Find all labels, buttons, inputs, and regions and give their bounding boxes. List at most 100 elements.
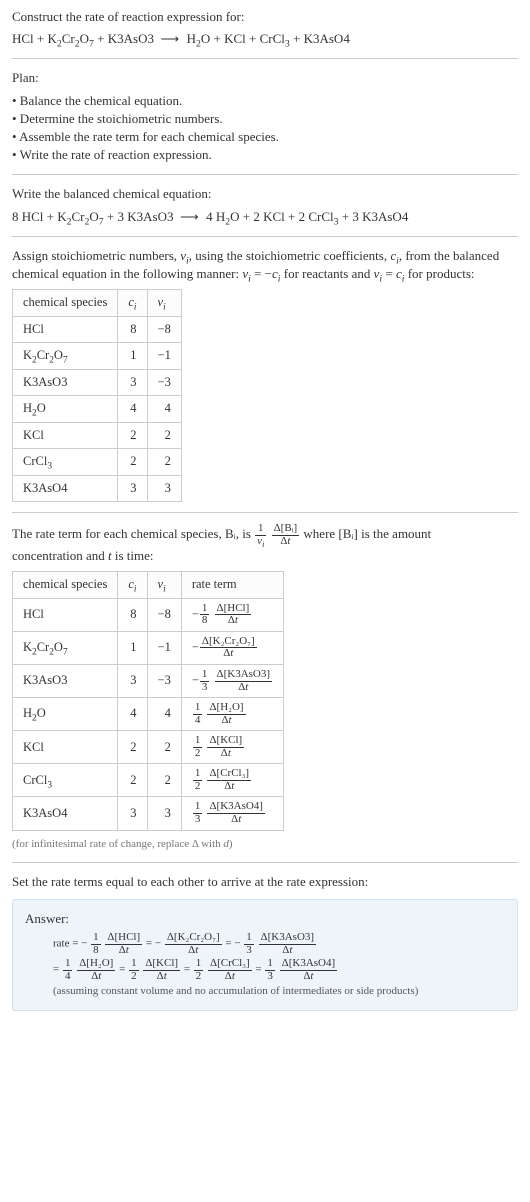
balanced-section: Write the balanced chemical equation: 8 …: [12, 185, 518, 225]
col-ci: ci: [118, 290, 147, 317]
col-rate: rate term: [181, 572, 283, 599]
cell-ci: 8: [118, 316, 147, 343]
cell-species: CrCl3: [13, 764, 118, 797]
col-species: chemical species: [13, 572, 118, 599]
cell-ci: 2: [118, 449, 147, 476]
intro-heading: Construct the rate of reaction expressio…: [12, 8, 518, 26]
col-vi: νi: [147, 290, 181, 317]
cell-ci: 2: [118, 422, 147, 449]
balanced-heading: Write the balanced chemical equation:: [12, 185, 518, 203]
rate-table: chemical species ci νi rate term HCl8−8−…: [12, 571, 284, 830]
table-row: K3AsO433: [13, 475, 182, 502]
fraction: 1νi: [255, 523, 266, 547]
table-row: HCl8−8: [13, 316, 182, 343]
table-row: K2Cr2O71−1: [13, 343, 182, 370]
table-row: H2O4414 Δ[H₂O]Δt: [13, 698, 284, 731]
cell-rate: −18 Δ[HCl]Δt: [181, 598, 283, 631]
divider: [12, 174, 518, 175]
rate-term-text-2: concentration and t is time:: [12, 547, 518, 565]
table-row: CrCl32212 Δ[CrCl₃]Δt: [13, 764, 284, 797]
cell-vi: −8: [147, 598, 181, 631]
answer-box: Answer: rate = − 18 Δ[HCl]Δt = − Δ[K₂Cr₂…: [12, 899, 518, 1011]
cell-ci: 2: [118, 731, 147, 764]
set-equal-text: Set the rate terms equal to each other t…: [12, 873, 518, 891]
assign-section: Assign stoichiometric numbers, νi, using…: [12, 247, 518, 502]
table-row: H2O44: [13, 396, 182, 423]
cell-vi: 2: [147, 764, 181, 797]
cell-rate: −Δ[K₂Cr₂O₇]Δt: [181, 631, 283, 664]
cell-vi: −1: [147, 343, 181, 370]
cell-rate: 12 Δ[KCl]Δt: [181, 731, 283, 764]
cell-species: K3AsO3: [13, 369, 118, 396]
col-species: chemical species: [13, 290, 118, 317]
plan-bullet: • Write the rate of reaction expression.: [12, 146, 518, 164]
rate-term-section: The rate term for each chemical species,…: [12, 523, 518, 852]
cell-vi: 4: [147, 396, 181, 423]
cell-species: H2O: [13, 698, 118, 731]
set-equal-section: Set the rate terms equal to each other t…: [12, 873, 518, 1011]
cell-ci: 3: [118, 475, 147, 502]
table-row: HCl8−8−18 Δ[HCl]Δt: [13, 598, 284, 631]
cell-species: K3AsO4: [13, 797, 118, 830]
assign-text: Assign stoichiometric numbers, νi, using…: [12, 247, 518, 283]
cell-vi: −8: [147, 316, 181, 343]
cell-ci: 3: [118, 665, 147, 698]
cell-species: K2Cr2O7: [13, 631, 118, 664]
plan-section: Plan: • Balance the chemical equation. •…: [12, 69, 518, 164]
cell-vi: 4: [147, 698, 181, 731]
answer-line-2: = 14 Δ[H₂O]Δt = 12 Δ[KCl]Δt = 12 Δ[CrCl₃…: [53, 958, 505, 982]
rate-term-text-1: The rate term for each chemical species,…: [12, 526, 254, 541]
cell-ci: 2: [118, 764, 147, 797]
cell-vi: 3: [147, 475, 181, 502]
table-header-row: chemical species ci νi: [13, 290, 182, 317]
col-vi: νi: [147, 572, 181, 599]
balanced-equation: 8 HCl + K2Cr2O7 + 3 K3AsO3 ⟶ 4 H2O + 2 K…: [12, 208, 518, 226]
answer-line-1: rate = − 18 Δ[HCl]Δt = − Δ[K₂Cr₂O₇]Δt = …: [53, 932, 505, 956]
cell-species: KCl: [13, 422, 118, 449]
table-row: K2Cr2O71−1−Δ[K₂Cr₂O₇]Δt: [13, 631, 284, 664]
cell-rate: 12 Δ[CrCl₃]Δt: [181, 764, 283, 797]
cell-ci: 1: [118, 631, 147, 664]
rate-term-text: The rate term for each chemical species,…: [12, 523, 518, 547]
divider: [12, 58, 518, 59]
plan-heading: Plan:: [12, 69, 518, 87]
cell-species: K2Cr2O7: [13, 343, 118, 370]
cell-species: HCl: [13, 316, 118, 343]
cell-ci: 8: [118, 598, 147, 631]
cell-rate: −13 Δ[K3AsO3]Δt: [181, 665, 283, 698]
rate-term-text-1b: where [Bᵢ] is the amount: [303, 526, 431, 541]
cell-ci: 3: [118, 369, 147, 396]
plan-bullet: • Balance the chemical equation.: [12, 92, 518, 110]
table-row: K3AsO33−3: [13, 369, 182, 396]
stoich-table: chemical species ci νi HCl8−8K2Cr2O71−1K…: [12, 289, 182, 502]
intro-equation: HCl + K2Cr2O7 + K3AsO3 ⟶ H2O + KCl + CrC…: [12, 30, 518, 48]
table-row: K3AsO43313 Δ[K3AsO4]Δt: [13, 797, 284, 830]
table-row: KCl2212 Δ[KCl]Δt: [13, 731, 284, 764]
answer-assumption: (assuming constant volume and no accumul…: [53, 984, 505, 999]
intro-section: Construct the rate of reaction expressio…: [12, 8, 518, 48]
cell-vi: 2: [147, 422, 181, 449]
cell-vi: 3: [147, 797, 181, 830]
table-row: CrCl322: [13, 449, 182, 476]
cell-species: KCl: [13, 731, 118, 764]
cell-vi: −3: [147, 369, 181, 396]
rate-footnote: (for infinitesimal rate of change, repla…: [12, 837, 518, 852]
cell-ci: 4: [118, 396, 147, 423]
table-row: KCl22: [13, 422, 182, 449]
answer-label: Answer:: [25, 910, 505, 928]
divider: [12, 512, 518, 513]
plan-bullet: • Assemble the rate term for each chemic…: [12, 128, 518, 146]
cell-rate: 14 Δ[H₂O]Δt: [181, 698, 283, 731]
table-header-row: chemical species ci νi rate term: [13, 572, 284, 599]
plan-bullets: • Balance the chemical equation. • Deter…: [12, 92, 518, 165]
cell-rate: 13 Δ[K3AsO4]Δt: [181, 797, 283, 830]
cell-vi: −1: [147, 631, 181, 664]
cell-species: K3AsO4: [13, 475, 118, 502]
cell-species: HCl: [13, 598, 118, 631]
cell-ci: 4: [118, 698, 147, 731]
table-row: K3AsO33−3−13 Δ[K3AsO3]Δt: [13, 665, 284, 698]
cell-vi: 2: [147, 731, 181, 764]
cell-species: K3AsO3: [13, 665, 118, 698]
fraction: Δ[Bᵢ]Δt: [272, 523, 300, 547]
cell-ci: 3: [118, 797, 147, 830]
